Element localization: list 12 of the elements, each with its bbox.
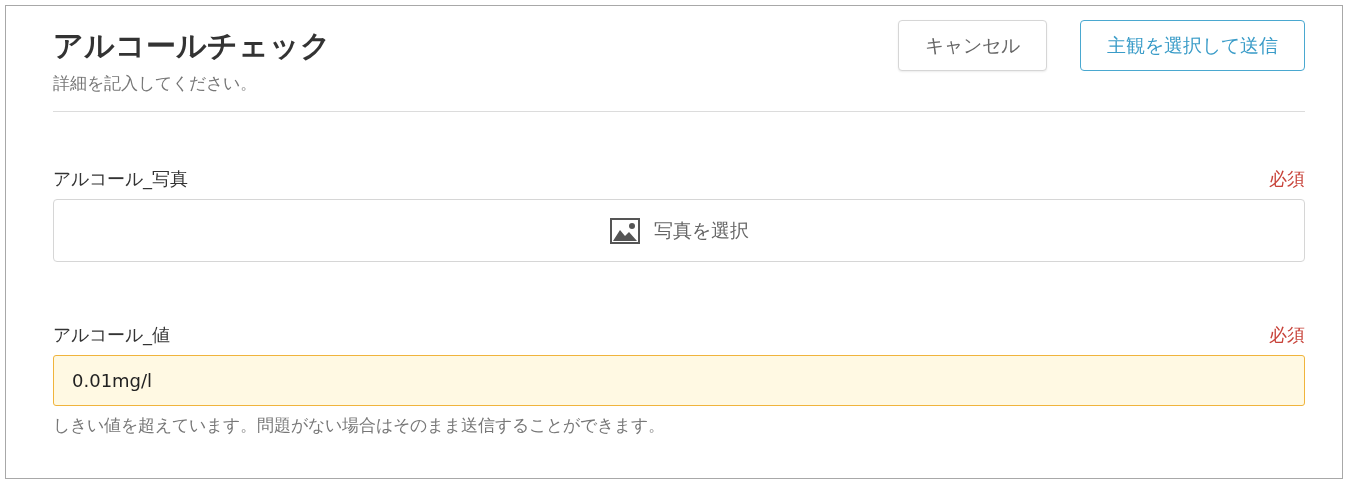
field-label: アルコール_写真 bbox=[53, 167, 188, 191]
value-field[interactable]: 0.01mg/l bbox=[53, 355, 1305, 406]
required-label: 必須 bbox=[1269, 167, 1305, 191]
cancel-button[interactable]: キャンセル bbox=[898, 20, 1047, 71]
submit-button[interactable]: 主観を選択して送信 bbox=[1080, 20, 1305, 71]
required-label: 必須 bbox=[1269, 323, 1305, 347]
help-text: しきい値を超えています。問題がない場合はそのまま送信することができます。 bbox=[53, 414, 666, 437]
select-photo-button[interactable]: 写真を選択 bbox=[53, 199, 1305, 262]
form-subtitle: 詳細を記入してください。 bbox=[53, 72, 258, 95]
field-label: アルコール_値 bbox=[53, 323, 170, 347]
form-title: アルコールチェック bbox=[53, 27, 331, 65]
image-icon bbox=[609, 217, 640, 244]
